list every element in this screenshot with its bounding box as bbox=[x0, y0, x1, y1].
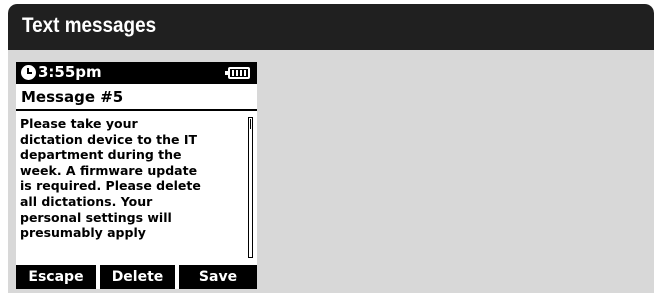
message-line: is required. Please delete bbox=[20, 178, 201, 194]
message-line: presumably apply bbox=[20, 225, 146, 241]
save-button[interactable]: Save bbox=[179, 265, 257, 289]
clock-icon bbox=[21, 65, 36, 80]
window-title: Text messages bbox=[22, 14, 157, 37]
message-header: Message #5 bbox=[16, 84, 257, 111]
text-messages-window: Text messages 3:55pm Message #5 Please t… bbox=[8, 4, 654, 293]
message-text: Please take your dictation device to the… bbox=[20, 116, 248, 241]
title-bar: Text messages bbox=[8, 4, 654, 50]
status-bar: 3:55pm bbox=[16, 62, 257, 84]
message-body[interactable]: Please take your dictation device to the… bbox=[16, 111, 257, 261]
message-line: department during the bbox=[20, 147, 182, 163]
message-scrollbar[interactable] bbox=[248, 117, 253, 258]
status-time: 3:55pm bbox=[38, 63, 102, 81]
device-screen: 3:55pm Message #5 Please take your dicta… bbox=[16, 62, 257, 289]
battery-icon bbox=[225, 67, 250, 79]
message-title: Message #5 bbox=[21, 88, 124, 106]
message-line: Please take your bbox=[20, 116, 138, 131]
escape-button[interactable]: Escape bbox=[16, 265, 96, 289]
delete-button[interactable]: Delete bbox=[100, 265, 175, 289]
softkey-bar: Escape Delete Save bbox=[16, 265, 257, 289]
message-line: dictation device to the IT bbox=[20, 131, 198, 147]
message-line: personal settings will bbox=[20, 209, 172, 225]
message-line: week. A firmware update bbox=[20, 162, 198, 178]
message-line: all dictations. Your bbox=[20, 193, 153, 209]
scrollbar-thumb[interactable] bbox=[250, 119, 251, 129]
